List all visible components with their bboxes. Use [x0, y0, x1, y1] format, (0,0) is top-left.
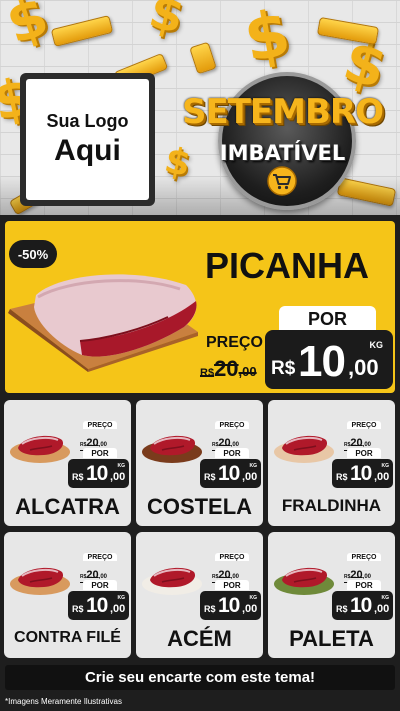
old-price: R$20,00: [200, 356, 257, 382]
preco-label: PREÇO: [83, 553, 117, 561]
preco-label: PREÇO: [206, 334, 263, 351]
price-decimal: ,00: [374, 603, 390, 615]
price-unit: KG: [381, 463, 390, 469]
logo-text-line1: Sua Logo: [46, 111, 129, 131]
old-price-integer: 20: [214, 356, 239, 381]
product-name: ALCATRA: [15, 494, 120, 519]
price-unit: KG: [381, 595, 390, 601]
price-currency: R$: [72, 472, 84, 482]
preco-label: PREÇO: [347, 553, 381, 561]
por-label: POR: [215, 580, 249, 590]
campaign-subtitle: IMBATÍVEL: [219, 141, 346, 165]
por-label: POR: [83, 448, 117, 458]
dollar-sign-icon: $: [143, 0, 190, 46]
discount-badge: -50%: [9, 240, 57, 268]
meat-image: [10, 435, 70, 463]
price-tag: R$ 10,00 KG: [68, 591, 129, 620]
campaign-title: SETEMBRO: [182, 92, 384, 132]
price-integer: 10: [350, 462, 372, 485]
price-decimal: ,00: [110, 603, 126, 615]
price-unit: KG: [369, 340, 384, 350]
price-tag: R$ 10,00 KG: [332, 591, 393, 620]
por-label: POR: [347, 580, 381, 590]
cta-banner[interactable]: Crie seu encarte com este tema!: [5, 665, 395, 690]
price-currency: R$: [204, 472, 216, 482]
product-card[interactable]: PREÇO R$20,00 POR R$ 10,00 KG FRALDINHA: [268, 400, 395, 526]
price-decimal: ,00: [348, 355, 379, 380]
price-integer: 10: [218, 594, 240, 617]
preco-label: PREÇO: [215, 421, 249, 429]
picanha-image: [8, 274, 198, 372]
price-currency: R$: [336, 604, 348, 614]
meat-image: [142, 567, 202, 595]
price-unit: KG: [249, 595, 258, 601]
por-label: POR: [347, 448, 381, 458]
coin-bar-icon: [316, 16, 380, 46]
product-card[interactable]: PREÇO R$20,00 POR R$ 10,00 KG COSTELA: [136, 400, 263, 526]
price-currency: R$: [72, 604, 84, 614]
product-card[interactable]: PREÇO R$20,00 POR R$ 10,00 KG CONTRA FILÉ: [4, 532, 131, 658]
por-label: POR: [215, 448, 249, 458]
flyer: $ $ $ $ $ $ Sua Logo Aqui SETEMBRO IMBAT…: [0, 0, 400, 711]
price-unit: KG: [249, 463, 258, 469]
por-label: POR: [83, 580, 117, 590]
price-decimal: ,00: [374, 471, 390, 483]
dollar-sign-icon: $: [0, 0, 57, 58]
preco-label: PREÇO: [83, 421, 117, 429]
price-decimal: ,00: [242, 471, 258, 483]
product-card[interactable]: PREÇO R$20,00 POR R$ 10,00 KG ACÉM: [136, 532, 263, 658]
dollar-sign-icon: $: [238, 0, 296, 78]
product-name: CONTRA FILÉ: [14, 629, 121, 646]
preco-label: PREÇO: [215, 553, 249, 561]
meat-image: [142, 435, 202, 463]
price-decimal: ,00: [110, 471, 126, 483]
meat-image: [274, 435, 334, 463]
price-tag: R$ 10,00 KG: [68, 459, 129, 488]
product-name: ACÉM: [167, 626, 232, 651]
old-price-currency: R$: [200, 367, 215, 379]
price-integer: 10: [350, 594, 372, 617]
old-price-decimal: ,00: [238, 364, 257, 379]
price-integer: 10: [86, 462, 108, 485]
product-card[interactable]: PREÇO R$20,00 POR R$ 10,00 KG PALETA: [268, 532, 395, 658]
meat-image: [274, 567, 334, 595]
disclaimer-text: *Imagens Meramente Ilustrativas: [5, 697, 122, 706]
price-unit: KG: [117, 463, 126, 469]
por-label: POR: [279, 306, 376, 332]
coin-bar-icon: [189, 41, 217, 75]
logo-placeholder[interactable]: Sua Logo Aqui: [20, 73, 155, 206]
price-currency: R$: [271, 358, 296, 379]
price-unit: KG: [117, 595, 126, 601]
price-integer: 10: [298, 337, 346, 386]
featured-product-name: PICANHA: [205, 245, 370, 286]
product-card[interactable]: PREÇO R$20,00 POR R$ 10,00 KG ALCATRA: [4, 400, 131, 526]
price-currency: R$: [336, 472, 348, 482]
price-integer: 10: [218, 462, 240, 485]
price-tag: R$ 10 ,00 KG: [265, 330, 393, 389]
preco-label: PREÇO: [347, 421, 381, 429]
product-name: COSTELA: [146, 494, 253, 519]
product-name: PALETA: [289, 626, 374, 651]
product-name: FRALDINHA: [281, 496, 382, 515]
price-currency: R$: [204, 604, 216, 614]
logo-text-line2: Aqui: [54, 134, 121, 167]
shopping-cart-icon: [267, 166, 297, 196]
meat-image: [10, 567, 70, 595]
coin-bar-icon: [50, 15, 114, 47]
price-decimal: ,00: [242, 603, 258, 615]
price-tag: R$ 10,00 KG: [200, 459, 261, 488]
price-tag: R$ 10,00 KG: [332, 459, 393, 488]
price-tag: R$ 10,00 KG: [200, 591, 261, 620]
price-integer: 10: [86, 594, 108, 617]
